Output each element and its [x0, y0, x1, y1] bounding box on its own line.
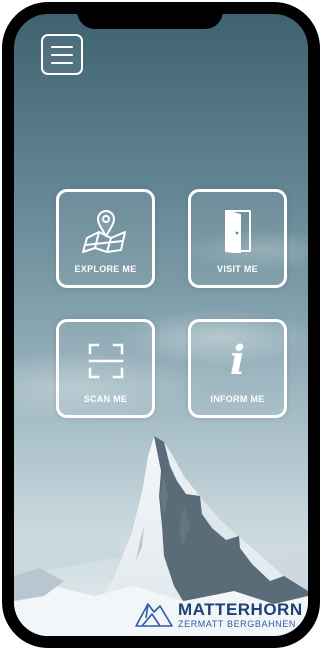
brand-subtitle: ZERMATT BERGBAHNEN [178, 619, 296, 629]
visit-me-button[interactable]: VISIT ME [188, 189, 287, 288]
menu-line-bottom [51, 62, 73, 64]
scan-me-button[interactable]: SCAN ME [56, 319, 155, 418]
explore-me-label: EXPLORE ME [74, 264, 137, 274]
phone-notch [77, 2, 223, 29]
brand-title: MATTERHORN [178, 600, 303, 619]
menu-line-middle [51, 54, 73, 56]
visit-me-label: VISIT ME [217, 264, 258, 274]
mountain-logo-icon [135, 603, 173, 627]
matterhorn-logo: MATTERHORN ZERMATT BERGBAHNEN [134, 600, 306, 630]
scan-frame-icon [59, 334, 152, 388]
menu-button[interactable] [41, 34, 83, 75]
app-screen: EXPLORE ME VISIT ME SCAN ME i INFORM ME … [14, 14, 308, 636]
map-pin-icon [59, 204, 152, 258]
explore-me-button[interactable]: EXPLORE ME [56, 189, 155, 288]
info-icon: i [191, 334, 284, 388]
inform-me-button[interactable]: i INFORM ME [188, 319, 287, 418]
menu-line-top [51, 46, 73, 48]
open-door-icon [191, 204, 284, 258]
phone-frame: EXPLORE ME VISIT ME SCAN ME i INFORM ME … [2, 2, 320, 648]
scan-me-label: SCAN ME [83, 394, 128, 404]
inform-me-label: INFORM ME [210, 394, 265, 404]
info-glyph: i [229, 337, 246, 384]
